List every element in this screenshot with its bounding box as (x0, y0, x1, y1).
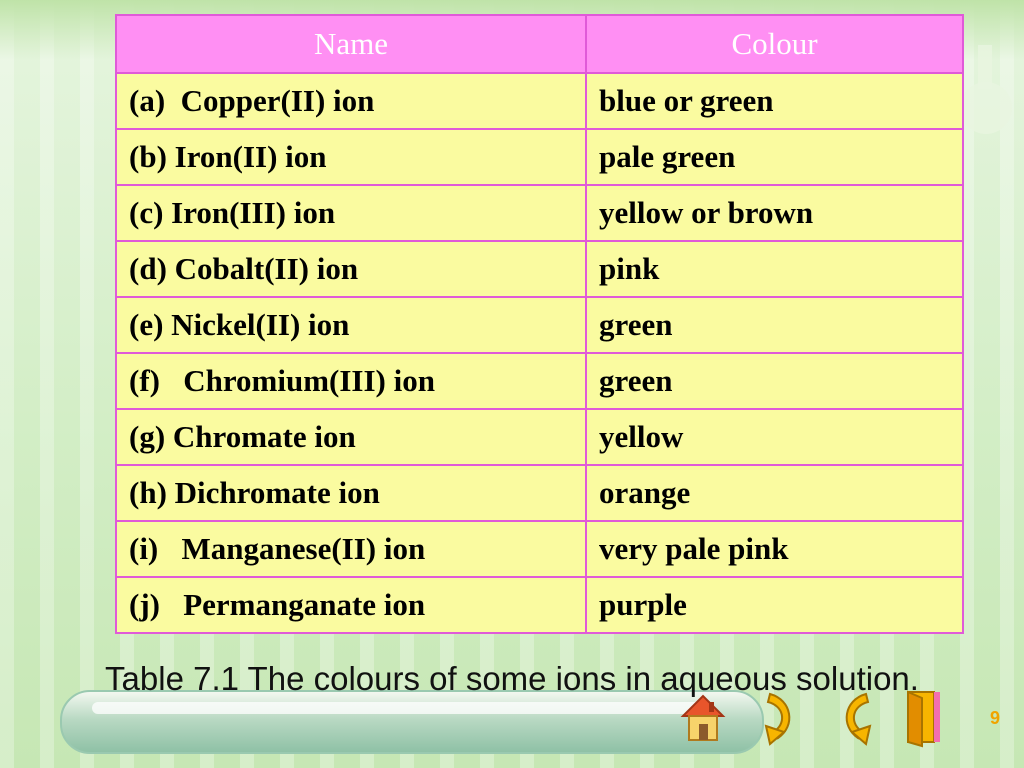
ion-colour: pink (585, 240, 964, 298)
ion-colour: yellow (585, 408, 964, 466)
ion-name: (g) Chromate ion (115, 408, 587, 466)
table-row: (j) Permanganate ion purple (115, 576, 964, 634)
house-icon (680, 694, 726, 741)
decorative-tube-bar (60, 690, 764, 754)
table-row: (e) Nickel(II) ion green (115, 296, 964, 354)
ion-colour: green (585, 296, 964, 354)
ion-name: (a) Copper(II) ion (115, 72, 587, 130)
ion-colour-table: Name Colour (a) Copper(II) ion blue or g… (115, 14, 964, 634)
table-row: (i) Manganese(II) ion very pale pink (115, 520, 964, 578)
next-button[interactable] (758, 686, 804, 748)
tube-highlight (92, 702, 712, 714)
table-row: (d) Cobalt(II) ion pink (115, 240, 964, 298)
exit-button[interactable] (900, 686, 946, 748)
ion-colour: purple (585, 576, 964, 634)
ion-name: (h) Dichromate ion (115, 464, 587, 522)
home-button[interactable] (680, 686, 726, 748)
ion-colour: yellow or brown (585, 184, 964, 242)
ion-name: (c) Iron(III) ion (115, 184, 587, 242)
header-colour: Colour (585, 14, 964, 74)
curved-arrow-back-icon (845, 692, 872, 746)
ion-colour: pale green (585, 128, 964, 186)
curved-arrow-next-icon (764, 692, 791, 746)
table-row: (a) Copper(II) ion blue or green (115, 72, 964, 130)
ion-name: (j) Permanganate ion (115, 576, 587, 634)
ion-name: (d) Cobalt(II) ion (115, 240, 587, 298)
table-header-row: Name Colour (115, 14, 964, 74)
ion-name: (b) Iron(II) ion (115, 128, 587, 186)
door-exit-icon (907, 690, 940, 748)
ion-colour: blue or green (585, 72, 964, 130)
ion-name: (e) Nickel(II) ion (115, 296, 587, 354)
table-row: (c) Iron(III) ion yellow or brown (115, 184, 964, 242)
table-row: (b) Iron(II) ion pale green (115, 128, 964, 186)
ion-name: (f) Chromium(III) ion (115, 352, 587, 410)
back-button[interactable] (832, 686, 878, 748)
table-row: (f) Chromium(III) ion green (115, 352, 964, 410)
table-row: (g) Chromate ion yellow (115, 408, 964, 466)
ion-colour: green (585, 352, 964, 410)
table-row: (h) Dichromate ion orange (115, 464, 964, 522)
ion-colour: orange (585, 464, 964, 522)
ion-colour: very pale pink (585, 520, 964, 578)
page-number: 9 (990, 708, 1001, 728)
header-name: Name (115, 14, 587, 74)
ion-name: (i) Manganese(II) ion (115, 520, 587, 578)
